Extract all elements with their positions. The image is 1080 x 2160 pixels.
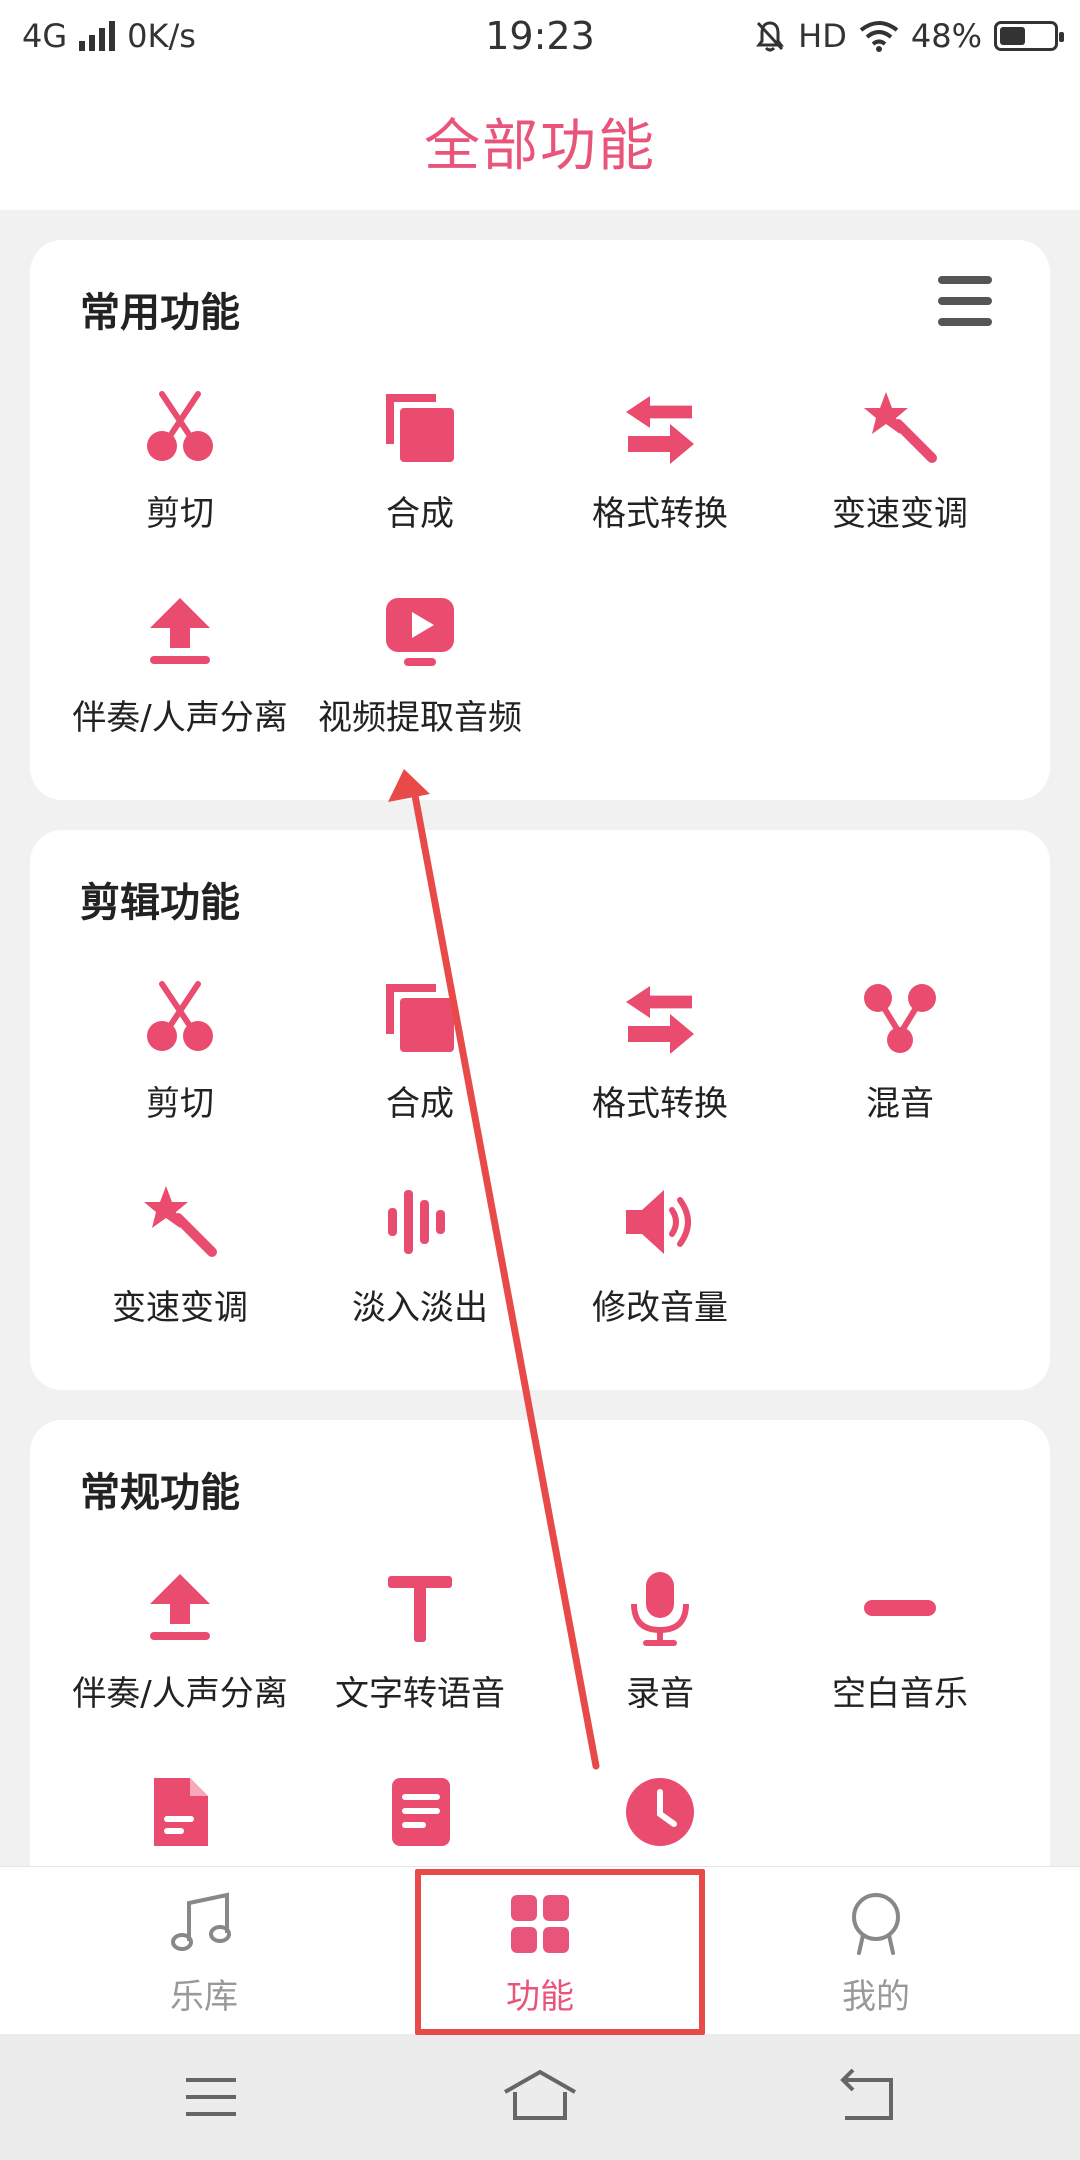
card-common: 常用功能 剪切 合成 格式转换 变速变调 伴奏/人声分离 视频提取音频: [30, 240, 1050, 800]
feature-label: 修改音量: [592, 1288, 728, 1328]
back-icon: [840, 2068, 893, 2120]
feature-blank-music[interactable]: 空白音乐: [780, 1568, 1020, 1748]
microphone-icon: [620, 1568, 700, 1648]
clock-icon: [620, 1772, 700, 1852]
video-play-icon: [380, 592, 460, 672]
feature-label: 剪切: [146, 494, 214, 534]
home-button[interactable]: [495, 2062, 585, 2132]
merge-icon: [380, 388, 460, 468]
feature-label: 合成: [386, 494, 454, 534]
feature-label: 空白音乐: [832, 1674, 968, 1714]
upload-icon: [140, 592, 220, 672]
document-icon: [140, 1772, 220, 1852]
nav-mine[interactable]: 我的: [756, 1867, 996, 2035]
feature-label: 合成: [386, 1084, 454, 1124]
mix-icon: [860, 978, 940, 1058]
feature-label: 文字转语音: [335, 1674, 505, 1714]
feature-vocal-separation[interactable]: 伴奏/人声分离: [60, 592, 300, 772]
feature-label: 录音: [626, 1674, 694, 1714]
header: 全部功能: [0, 72, 1080, 210]
hd-badge: HD: [798, 17, 847, 55]
signal-icon: [79, 21, 116, 51]
list-document-icon: [380, 1772, 460, 1852]
feature-label: 淡入淡出: [352, 1288, 488, 1328]
music-note-icon: [169, 1889, 239, 1959]
section-title: 常规功能: [80, 1470, 240, 1516]
convert-arrows-icon: [620, 978, 700, 1058]
feature-vocal-separation[interactable]: 伴奏/人声分离: [60, 1568, 300, 1748]
nav-label: 我的: [842, 1977, 910, 2017]
system-nav-bar: [0, 2034, 1080, 2160]
nav-library[interactable]: 乐库: [84, 1867, 324, 2035]
menu-icon[interactable]: [938, 276, 992, 326]
upload-icon: [140, 1568, 220, 1648]
feature-format-convert[interactable]: 格式转换: [540, 388, 780, 568]
text-t-icon: [380, 1568, 460, 1648]
battery-icon: [994, 21, 1064, 51]
waveform-icon: [380, 1182, 460, 1262]
convert-arrows-icon: [620, 388, 700, 468]
magic-wand-icon: [860, 388, 940, 468]
profile-badge-icon: [841, 1889, 911, 1959]
feature-label: 伴奏/人声分离: [72, 698, 288, 738]
feature-speed-pitch[interactable]: 变速变调: [60, 1182, 300, 1362]
feature-cut[interactable]: 剪切: [60, 978, 300, 1158]
network-speed: 0K/s: [127, 17, 196, 55]
scissors-icon: [140, 978, 220, 1058]
wifi-icon: [859, 21, 899, 52]
menu-button[interactable]: [166, 2062, 256, 2132]
feature-video-extract-audio[interactable]: 视频提取音频: [300, 592, 540, 772]
status-bar: 4G 0K/s 19:23 HD 48%: [0, 0, 1080, 72]
feature-format-convert[interactable]: 格式转换: [540, 978, 780, 1158]
merge-icon: [380, 978, 460, 1058]
feature-label: 混音: [866, 1084, 934, 1124]
back-button[interactable]: [823, 2062, 913, 2132]
card-edit: 剪辑功能 剪切 合成 格式转换 混音 变速变调 淡入淡出 修改音量: [30, 830, 1050, 1390]
feature-label: 格式转换: [592, 1084, 728, 1124]
battery-level: [1000, 27, 1025, 45]
scissors-icon: [140, 388, 220, 468]
feature-label: 变速变调: [112, 1288, 248, 1328]
feature-speed-pitch[interactable]: 变速变调: [780, 388, 1020, 568]
feature-mix[interactable]: 混音: [780, 978, 1020, 1158]
feature-merge[interactable]: 合成: [300, 388, 540, 568]
home-icon: [504, 2069, 576, 2120]
volume-icon: [620, 1182, 700, 1262]
status-right: HD 48%: [754, 17, 1064, 55]
network-type: 4G: [22, 17, 68, 55]
magic-wand-icon: [140, 1182, 220, 1262]
feature-label: 剪切: [146, 1084, 214, 1124]
battery-percent: 48%: [910, 17, 982, 55]
feature-record[interactable]: 录音: [540, 1568, 780, 1748]
feature-cut[interactable]: 剪切: [60, 388, 300, 568]
section-title: 剪辑功能: [80, 880, 240, 926]
menu-lines-icon: [186, 2078, 236, 2116]
feature-text-to-speech[interactable]: 文字转语音: [300, 1568, 540, 1748]
mute-bell-icon: [756, 21, 785, 52]
feature-volume[interactable]: 修改音量: [540, 1182, 780, 1362]
feature-fade[interactable]: 淡入淡出: [300, 1182, 540, 1362]
highlight-box: [415, 1869, 705, 2035]
section-title: 常用功能: [80, 290, 240, 336]
feature-merge[interactable]: 合成: [300, 978, 540, 1158]
minus-bar-icon: [860, 1568, 940, 1648]
nav-label: 乐库: [170, 1977, 238, 2017]
page-title: 全部功能: [424, 113, 656, 179]
feature-label: 变速变调: [832, 494, 968, 534]
feature-label: 视频提取音频: [318, 698, 522, 738]
status-left: 4G 0K/s: [22, 17, 196, 55]
feature-label: 格式转换: [592, 494, 728, 534]
feature-label: 伴奏/人声分离: [72, 1674, 288, 1714]
